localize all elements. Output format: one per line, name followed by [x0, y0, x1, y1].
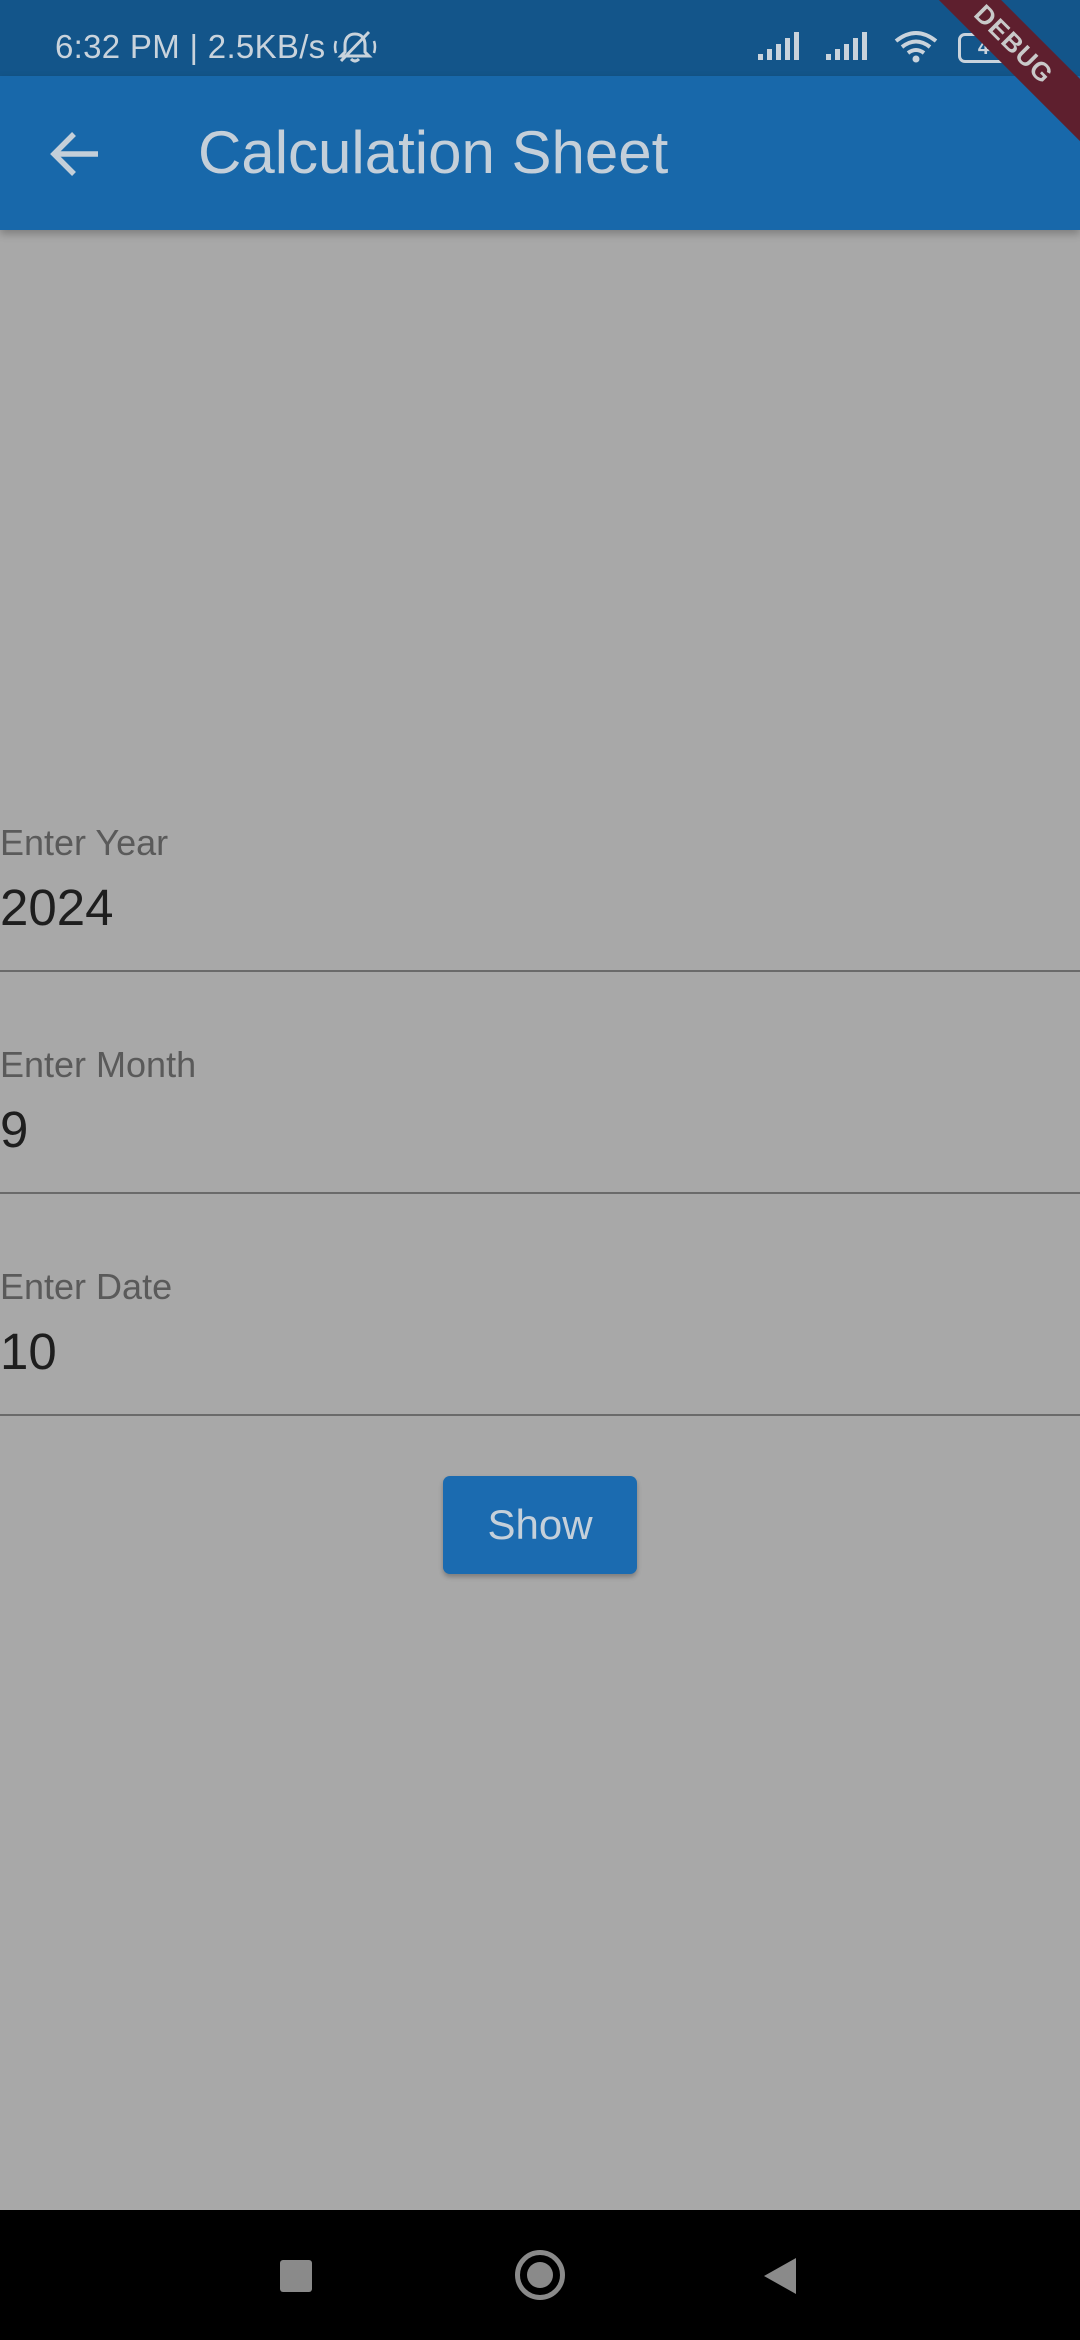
year-underline	[0, 970, 1080, 972]
year-field[interactable]: Enter Year 2024	[0, 810, 1080, 972]
signal-icon	[824, 30, 874, 67]
app-bar: Calculation Sheet	[0, 76, 1080, 230]
year-label: Enter Year	[0, 822, 169, 863]
back-icon[interactable]	[764, 2258, 796, 2294]
month-underline	[0, 1192, 1080, 1194]
screen: 6:32 PM | 2.5KB/s Calculation Sheet DEBU…	[0, 0, 1080, 2340]
wifi-icon	[892, 29, 940, 68]
year-value[interactable]: 2024	[0, 878, 113, 937]
signal-icon	[756, 30, 806, 67]
show-button[interactable]: Show	[443, 1476, 637, 1574]
home-icon[interactable]	[515, 2250, 565, 2300]
nav-bar	[0, 2210, 1080, 2340]
recents-icon[interactable]	[280, 2260, 312, 2292]
date-underline	[0, 1414, 1080, 1416]
month-field[interactable]: Enter Month 9	[0, 1032, 1080, 1194]
date-value[interactable]: 10	[0, 1322, 57, 1381]
back-button[interactable]	[38, 116, 114, 192]
month-value[interactable]: 9	[0, 1100, 28, 1159]
page-title: Calculation Sheet	[198, 119, 669, 186]
month-label: Enter Month	[0, 1044, 197, 1085]
status-bar: 6:32 PM | 2.5KB/s	[0, 0, 1080, 76]
arrow-back-icon	[50, 132, 98, 176]
date-label: Enter Date	[0, 1266, 173, 1307]
date-field[interactable]: Enter Date 10	[0, 1254, 1080, 1416]
mute-icon	[333, 29, 377, 65]
